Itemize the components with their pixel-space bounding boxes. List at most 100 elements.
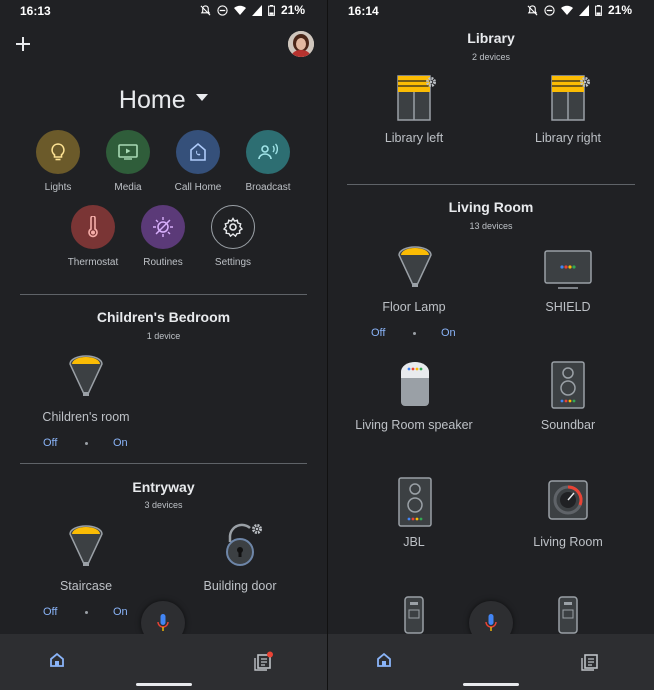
bottom-navigation [0,634,327,690]
thermostat-icon [88,216,98,238]
shield-device-tile[interactable] [544,250,592,290]
off-button[interactable]: Off [43,437,57,449]
device-label: Staircase [59,579,113,593]
call-home-label: Call Home [174,182,222,193]
tv-icon [544,250,592,289]
routines-shortcut[interactable] [141,205,185,249]
device-label: Library left [384,131,444,145]
lights-shortcut[interactable] [36,130,80,174]
toggle-separator [85,442,88,445]
home-screen-left: 16:13 21% Home Lights Media Call Home Br… [0,0,327,690]
device-label: Soundbar [540,418,596,432]
thermostat-dial-icon [548,480,588,520]
avatar[interactable] [288,31,314,57]
device-label: Living Room [533,535,603,549]
on-button[interactable]: On [113,437,128,449]
mic-icon [485,614,497,631]
room-title: Children's Bedroom [96,309,231,325]
device-label: Children's room [42,410,130,424]
lamp-device-tile[interactable] [395,243,435,289]
feed-icon [253,651,273,671]
off-button[interactable]: Off [371,327,385,339]
media-shortcut[interactable] [106,130,150,174]
battery-percent: 21% [607,3,632,17]
wifi-icon [560,5,573,15]
room-title: Entryway [132,479,195,495]
settings-badge-icon [426,77,436,87]
home-tab[interactable] [376,652,392,673]
dnd-icon [217,4,228,16]
lamp-device-tile[interactable] [66,352,106,398]
status-bar: 16:13 21% [0,0,327,22]
soundbar-device-tile[interactable] [551,361,585,409]
mute-icon [527,4,538,15]
on-button[interactable]: On [113,606,128,618]
wifi-icon [233,5,246,15]
device-label: Library right [535,131,601,145]
media-icon [118,144,138,160]
feed-icon [581,654,598,671]
lamp-icon [398,246,432,287]
avatar-photo [288,31,314,57]
gesture-bar[interactable] [463,683,519,686]
add-button[interactable] [15,36,31,52]
off-button[interactable]: Off [43,606,57,618]
remote-device-tile[interactable] [404,596,424,634]
lamp-device-tile[interactable] [66,522,106,568]
remote-icon [404,596,424,634]
settings-badge-icon [580,77,590,87]
remote-device-tile[interactable] [558,596,578,634]
on-button[interactable]: On [441,327,456,339]
device-label: Floor Lamp [382,300,446,314]
jbl-device-tile[interactable] [398,477,432,527]
signal-icon [251,4,262,16]
thermostat-device-tile[interactable] [548,480,588,522]
battery-percent: 21% [280,3,305,17]
blinds-device-tile[interactable] [396,74,438,122]
routines-label: Routines [143,257,183,268]
room-device-count: 13 devices [469,221,513,231]
room-device-count: 1 device [146,331,181,341]
settings-shortcut[interactable] [211,205,255,249]
speaker-device-tile[interactable] [399,360,431,408]
room-device-count: 3 devices [144,500,183,510]
battery-icon [268,4,275,16]
blinds-device-tile[interactable] [550,74,592,122]
dropdown-arrow-icon [196,94,209,101]
home-tab[interactable] [49,652,65,673]
gesture-bar[interactable] [135,683,192,686]
feed-tab[interactable] [253,651,274,676]
status-time: 16:14 [348,4,379,18]
call-home-shortcut[interactable] [176,130,220,174]
thermostat-shortcut[interactable] [71,205,115,249]
lights-label: Lights [44,182,72,193]
room-device-count: 2 devices [471,52,511,62]
device-label: Living Room speaker [355,418,473,432]
device-label: SHIELD [545,300,591,314]
routines-icon [153,217,173,237]
lamp-icon [69,355,103,396]
status-bar: 16:14 21% [328,0,654,22]
smart-speaker-icon [401,362,429,406]
home-icon [49,652,64,667]
broadcast-icon [258,143,278,160]
section-divider [347,184,635,185]
room-title: Library [467,30,515,46]
section-divider [20,463,307,464]
speaker-icon [551,361,585,409]
remote-icon [558,596,578,634]
lamp-icon [69,525,103,566]
toggle-separator [85,611,88,614]
home-selector[interactable]: Home [0,86,327,118]
feed-tab[interactable] [581,651,601,676]
broadcast-shortcut[interactable] [246,130,290,174]
signal-icon [578,4,589,16]
plus-icon [16,37,30,51]
device-label: JBL [403,535,425,549]
speaker-icon [398,477,432,527]
thermostat-label: Thermostat [67,257,119,268]
settings-badge-icon [252,524,262,534]
home-icon [377,652,391,667]
gear-icon [223,217,243,237]
lock-device-tile[interactable] [222,520,266,568]
